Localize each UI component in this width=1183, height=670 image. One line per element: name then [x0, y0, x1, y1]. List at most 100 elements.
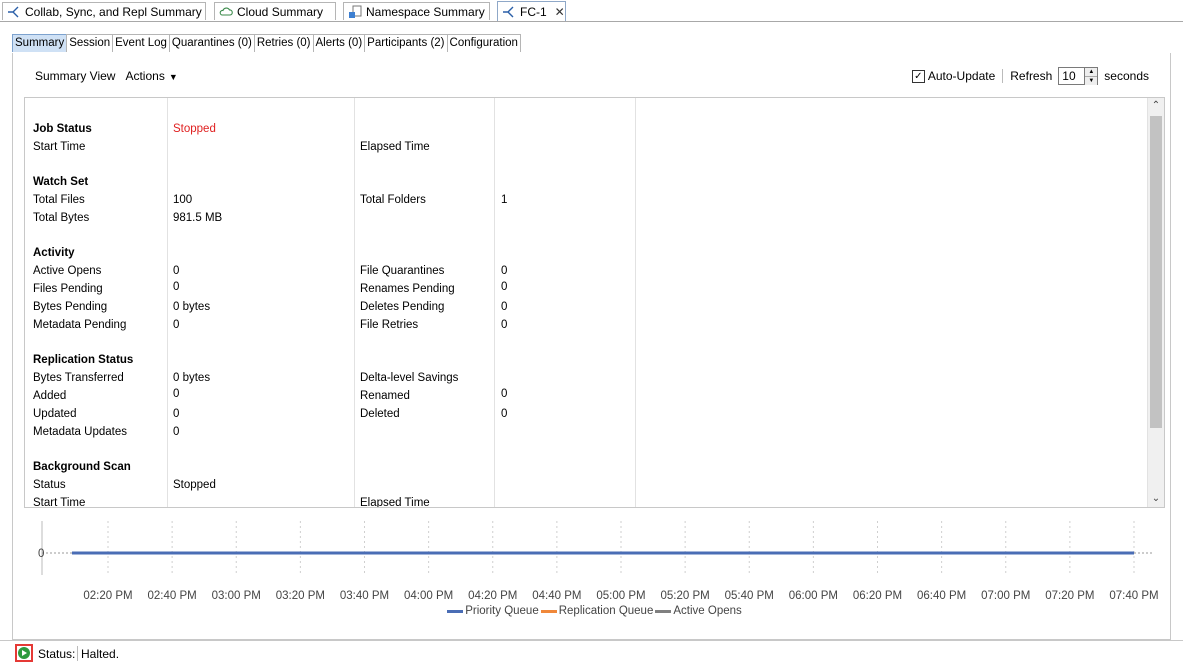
legend-swatch — [540, 609, 557, 613]
x-tick-label: 05:40 PM — [725, 590, 774, 602]
tab-alerts[interactable]: Alerts (0) — [312, 34, 366, 52]
total-files-value: 100 — [173, 194, 193, 206]
x-tick-label: 07:20 PM — [1045, 590, 1094, 602]
tab-retries[interactable]: Retries (0) — [253, 34, 314, 52]
bytes-pending-value: 0 bytes — [173, 301, 211, 313]
tab-configuration[interactable]: Configuration — [446, 34, 521, 52]
legend-label: Priority Queue — [465, 605, 539, 617]
deletes-pending-value: 0 — [501, 301, 508, 313]
x-tick-label: 06:20 PM — [853, 590, 902, 602]
scan-start-time-label: Start Time — [33, 497, 86, 508]
files-pending-value: 0 — [173, 281, 180, 293]
refresh-interval-input[interactable]: 10 — [1058, 67, 1086, 85]
legend-label: Active Opens — [673, 605, 742, 617]
status-value: Halted. — [81, 647, 120, 661]
actions-label: Actions — [125, 69, 165, 83]
active-opens-value: 0 — [173, 265, 180, 277]
renamed-label: Renamed — [360, 390, 410, 402]
x-tick-label: 07:00 PM — [981, 590, 1030, 602]
x-tick-label: 06:40 PM — [917, 590, 966, 602]
refresh-interval-stepper[interactable]: ▲ ▼ — [1085, 67, 1099, 85]
x-tick-label: 04:00 PM — [404, 590, 453, 602]
metadata-pending-value: 0 — [173, 319, 180, 331]
close-icon[interactable]: ✕ — [555, 5, 565, 19]
bytes-transferred-value: 0 bytes — [173, 372, 211, 384]
actions-menu-button[interactable]: Actions ▼ — [125, 69, 177, 83]
tab-summary[interactable]: Summary — [12, 34, 68, 52]
scrollbar-thumb[interactable] — [1150, 116, 1162, 428]
collab-icon — [7, 5, 21, 19]
x-tick-label: 03:20 PM — [276, 590, 325, 602]
x-tick-label: 07:40 PM — [1109, 590, 1158, 602]
delta-savings-label: Delta-level Savings — [360, 372, 459, 384]
x-tick-label: 05:20 PM — [661, 590, 710, 602]
x-tick-label: 05:00 PM — [596, 590, 645, 602]
tab-fc-1[interactable]: FC-1 ✕ — [497, 1, 566, 21]
job-status-header: Job Status — [33, 123, 92, 135]
summary-toolbar: Summary View Actions ▼ — [35, 69, 178, 83]
total-bytes-value: 981.5 MB — [173, 212, 223, 224]
tab-label: Collab, Sync, and Repl Summary — [25, 4, 202, 19]
spin-up-icon[interactable]: ▲ — [1085, 68, 1098, 76]
legend-replication-queue: Replication Queue — [540, 605, 653, 617]
status-bar: Status: Halted. — [0, 640, 1183, 670]
tab-collab-sync-repl-summary[interactable]: Collab, Sync, and Repl Summary — [2, 2, 206, 20]
background-scan-header: Background Scan — [33, 461, 131, 473]
start-job-button[interactable] — [15, 644, 33, 662]
legend-active-opens: Active Opens — [655, 605, 742, 617]
total-folders-value: 1 — [501, 194, 508, 206]
scan-status-label: Status — [33, 479, 66, 491]
replication-status-header: Replication Status — [33, 354, 134, 366]
active-opens-label: Active Opens — [33, 265, 102, 277]
refresh-toolbar: ✓ Auto-Update Refresh 10 ▲ ▼ seconds — [911, 67, 1149, 85]
x-tick-label: 03:00 PM — [212, 590, 261, 602]
watch-set-header: Watch Set — [33, 176, 89, 188]
bytes-transferred-label: Bytes Transferred — [33, 372, 124, 384]
file-retries-label: File Retries — [360, 319, 419, 331]
legend-swatch — [447, 609, 464, 613]
legend-priority-queue: Priority Queue — [447, 605, 539, 617]
start-time-label: Start Time — [33, 141, 86, 153]
summary-view-button[interactable]: Summary View — [35, 69, 115, 83]
tab-label: FC-1 — [520, 4, 547, 19]
deleted-label: Deleted — [360, 408, 400, 420]
auto-update-checkbox[interactable]: ✓ — [911, 69, 925, 83]
file-quarantines-value: 0 — [501, 265, 508, 277]
scroll-down-icon[interactable]: ⌄ — [1148, 491, 1164, 507]
deleted-value: 0 — [501, 408, 508, 420]
tab-session[interactable]: Session — [66, 34, 114, 52]
chart-plot: 02:20 PM 02:40 PM 03:00 PM 03:20 PM 03:40 PM… — [38, 521, 1159, 602]
x-tick-label: 02:20 PM — [83, 590, 132, 602]
job-status-value: Stopped — [173, 123, 216, 135]
metadata-pending-label: Metadata Pending — [33, 319, 127, 331]
separator — [77, 646, 78, 661]
file-quarantines-label: File Quarantines — [360, 265, 445, 277]
document-tab-strip: Collab, Sync, and Repl Summary Cloud Sum… — [0, 0, 1183, 22]
collab-icon — [502, 5, 516, 19]
updated-value: 0 — [173, 408, 180, 420]
total-bytes-label: Total Bytes — [33, 212, 90, 224]
tab-cloud-summary[interactable]: Cloud Summary — [214, 2, 336, 20]
tab-namespace-summary[interactable]: Namespace Summary — [343, 2, 490, 20]
scroll-up-icon[interactable]: ⌃ — [1148, 98, 1164, 114]
legend-swatch — [655, 609, 672, 613]
x-tick-label: 03:40 PM — [340, 590, 389, 602]
tab-event-log[interactable]: Event Log — [112, 34, 170, 52]
elapsed-time-label: Elapsed Time — [360, 141, 430, 153]
renames-pending-value: 0 — [501, 281, 508, 293]
status-label: Status: — [38, 647, 76, 661]
bytes-pending-label: Bytes Pending — [33, 301, 108, 313]
summary-sub-tabs: Summary Session Event Log Quarantines (0… — [12, 34, 521, 54]
total-files-label: Total Files — [33, 194, 85, 206]
renamed-value: 0 — [501, 388, 508, 400]
tab-label: Namespace Summary — [366, 4, 485, 19]
tab-participants[interactable]: Participants (2) — [364, 34, 448, 52]
tab-quarantines[interactable]: Quarantines (0) — [168, 34, 255, 52]
spin-down-icon[interactable]: ▼ — [1085, 76, 1098, 85]
vertical-scrollbar[interactable]: ⌃ ⌄ — [1147, 98, 1164, 507]
renames-pending-label: Renames Pending — [360, 283, 455, 295]
x-tick-label: 06:00 PM — [789, 590, 838, 602]
deletes-pending-label: Deletes Pending — [360, 301, 445, 313]
total-folders-label: Total Folders — [360, 194, 426, 206]
updated-label: Updated — [33, 408, 77, 420]
